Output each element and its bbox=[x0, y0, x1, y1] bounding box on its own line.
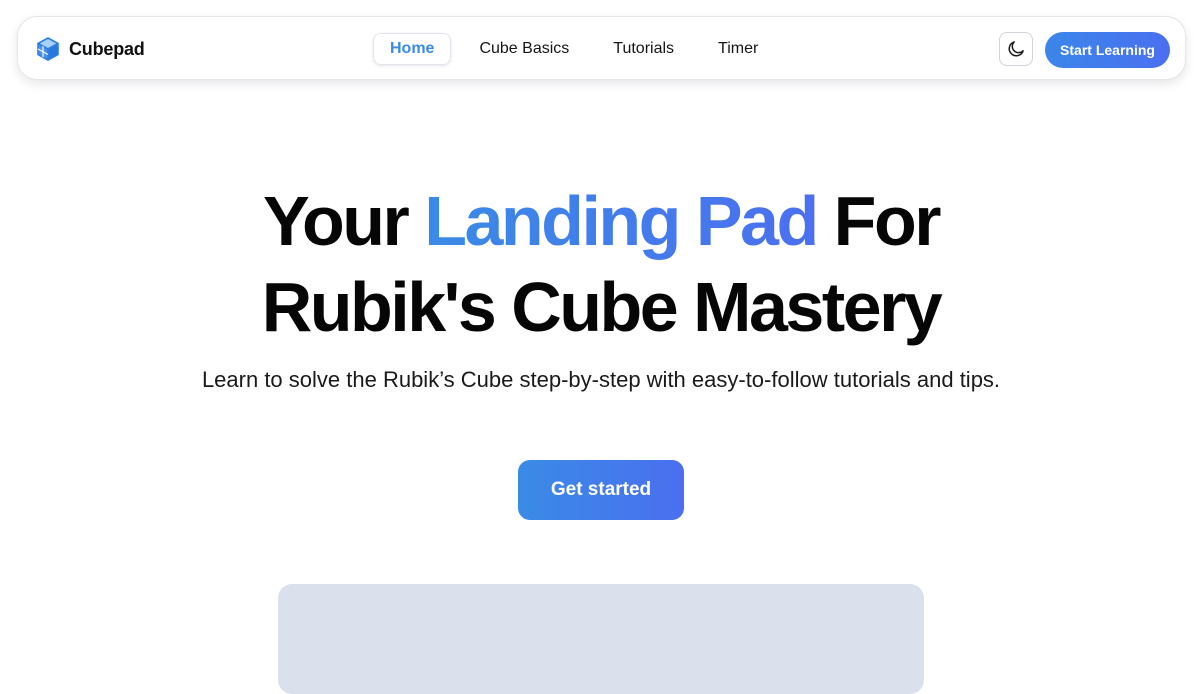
hero-title-highlight: Landing Pad bbox=[424, 182, 819, 260]
brand-logo-link[interactable]: Cubepad bbox=[35, 35, 145, 63]
hero-title-line2: Rubik's Cube Mastery bbox=[261, 268, 943, 346]
get-started-button[interactable]: Get started bbox=[518, 460, 684, 520]
hero-subtitle: Learn to solve the Rubik’s Cube step-by-… bbox=[201, 367, 1001, 392]
brand-name: Cubepad bbox=[69, 38, 145, 59]
theme-toggle-button[interactable] bbox=[999, 32, 1033, 66]
nav-link-tutorials[interactable]: Tutorials bbox=[597, 33, 690, 65]
nav-link-timer[interactable]: Timer bbox=[702, 33, 774, 65]
moon-icon bbox=[1008, 41, 1024, 57]
hero-title-suffix: For bbox=[816, 182, 942, 260]
top-navbar: Cubepad Home Cube Basics Tutorials Timer… bbox=[17, 16, 1186, 80]
hero-title: Your Landing Pad For Rubik's Cube Master… bbox=[0, 178, 1202, 350]
hero-preview-card bbox=[278, 584, 924, 694]
nav-link-cube-basics[interactable]: Cube Basics bbox=[463, 33, 585, 65]
start-learning-button[interactable]: Start Learning bbox=[1045, 32, 1170, 68]
hero-title-prefix: Your bbox=[263, 182, 425, 260]
cube-icon bbox=[37, 37, 59, 61]
main-nav: Home Cube Basics Tutorials Timer bbox=[373, 33, 786, 65]
nav-link-home[interactable]: Home bbox=[373, 33, 452, 65]
